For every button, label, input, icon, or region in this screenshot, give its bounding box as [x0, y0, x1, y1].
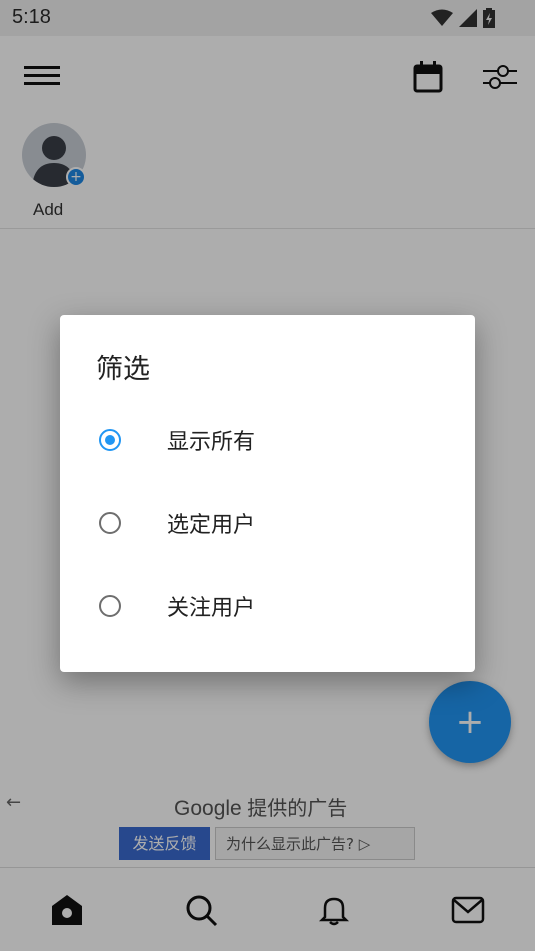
filter-dialog: 筛选 显示所有 选定用户 关注用户 — [60, 315, 475, 672]
option-selected-users[interactable]: 选定用户 — [60, 496, 475, 556]
option-label: 关注用户 — [167, 596, 256, 621]
option-show-all[interactable]: 显示所有 — [60, 413, 475, 473]
option-followed-users[interactable]: 关注用户 — [60, 579, 475, 639]
dialog-title: 筛选 — [96, 354, 150, 385]
option-label: 显示所有 — [167, 430, 256, 455]
option-label: 选定用户 — [167, 513, 256, 538]
radio-unchecked-icon[interactable] — [99, 512, 121, 534]
radio-checked-icon[interactable] — [99, 429, 121, 451]
radio-unchecked-icon[interactable] — [99, 595, 121, 617]
